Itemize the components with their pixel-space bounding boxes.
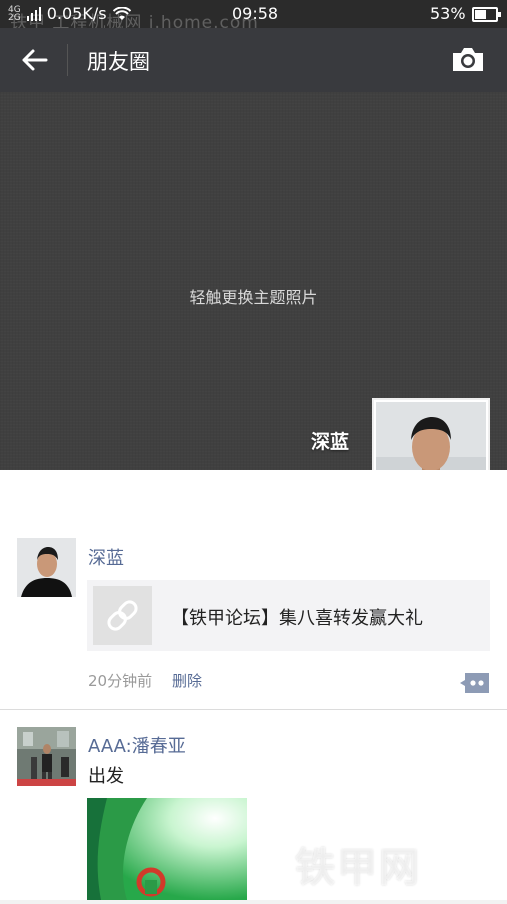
profile-name: 深蓝 [311,431,350,453]
status-time: 09:58 [232,4,279,23]
link-card[interactable]: 【铁甲论坛】集八喜转发赢大礼 [87,580,490,651]
post-text: 出发 [88,766,124,787]
battery-percent: 53% [430,4,466,23]
title-divider [67,44,68,76]
watermark-bottom: 铁甲网 [295,845,421,891]
post-avatar-image [17,727,76,786]
delete-link[interactable]: 删除 [172,670,202,691]
link-thumbnail [93,586,152,645]
post-avatar[interactable] [17,538,76,597]
post-author[interactable]: 深蓝 [88,544,124,570]
post-divider [0,709,507,710]
comment-icon[interactable] [459,672,490,694]
post-author[interactable]: AAA:潘春亚 [88,732,186,758]
link-icon [107,600,138,631]
status-bar: 4G 2G 0.05K/s 铁甲 工程机械网 i.home.com 09:58 … [0,0,507,33]
cover-hint: 轻触更换主题照片 [189,288,318,307]
post-photo[interactable] [87,798,247,900]
post-avatar[interactable] [17,727,76,786]
back-arrow-icon[interactable] [18,44,52,76]
link-title: 【铁甲论坛】集八喜转发赢大礼 [171,608,423,629]
camera-icon[interactable] [450,44,486,76]
post-time: 20分钟前 [88,672,153,690]
title-bar: 朋友圈 [0,28,507,92]
post-photo-image [87,798,247,900]
battery-icon [472,7,501,22]
moments-feed: 深蓝 【铁甲论坛】集八喜转发赢大礼 20分钟前 删除 AAA:潘春亚 出发 [0,470,507,900]
battery-fill [475,10,486,19]
post-avatar-image [17,538,76,597]
page-title: 朋友圈 [87,50,150,74]
